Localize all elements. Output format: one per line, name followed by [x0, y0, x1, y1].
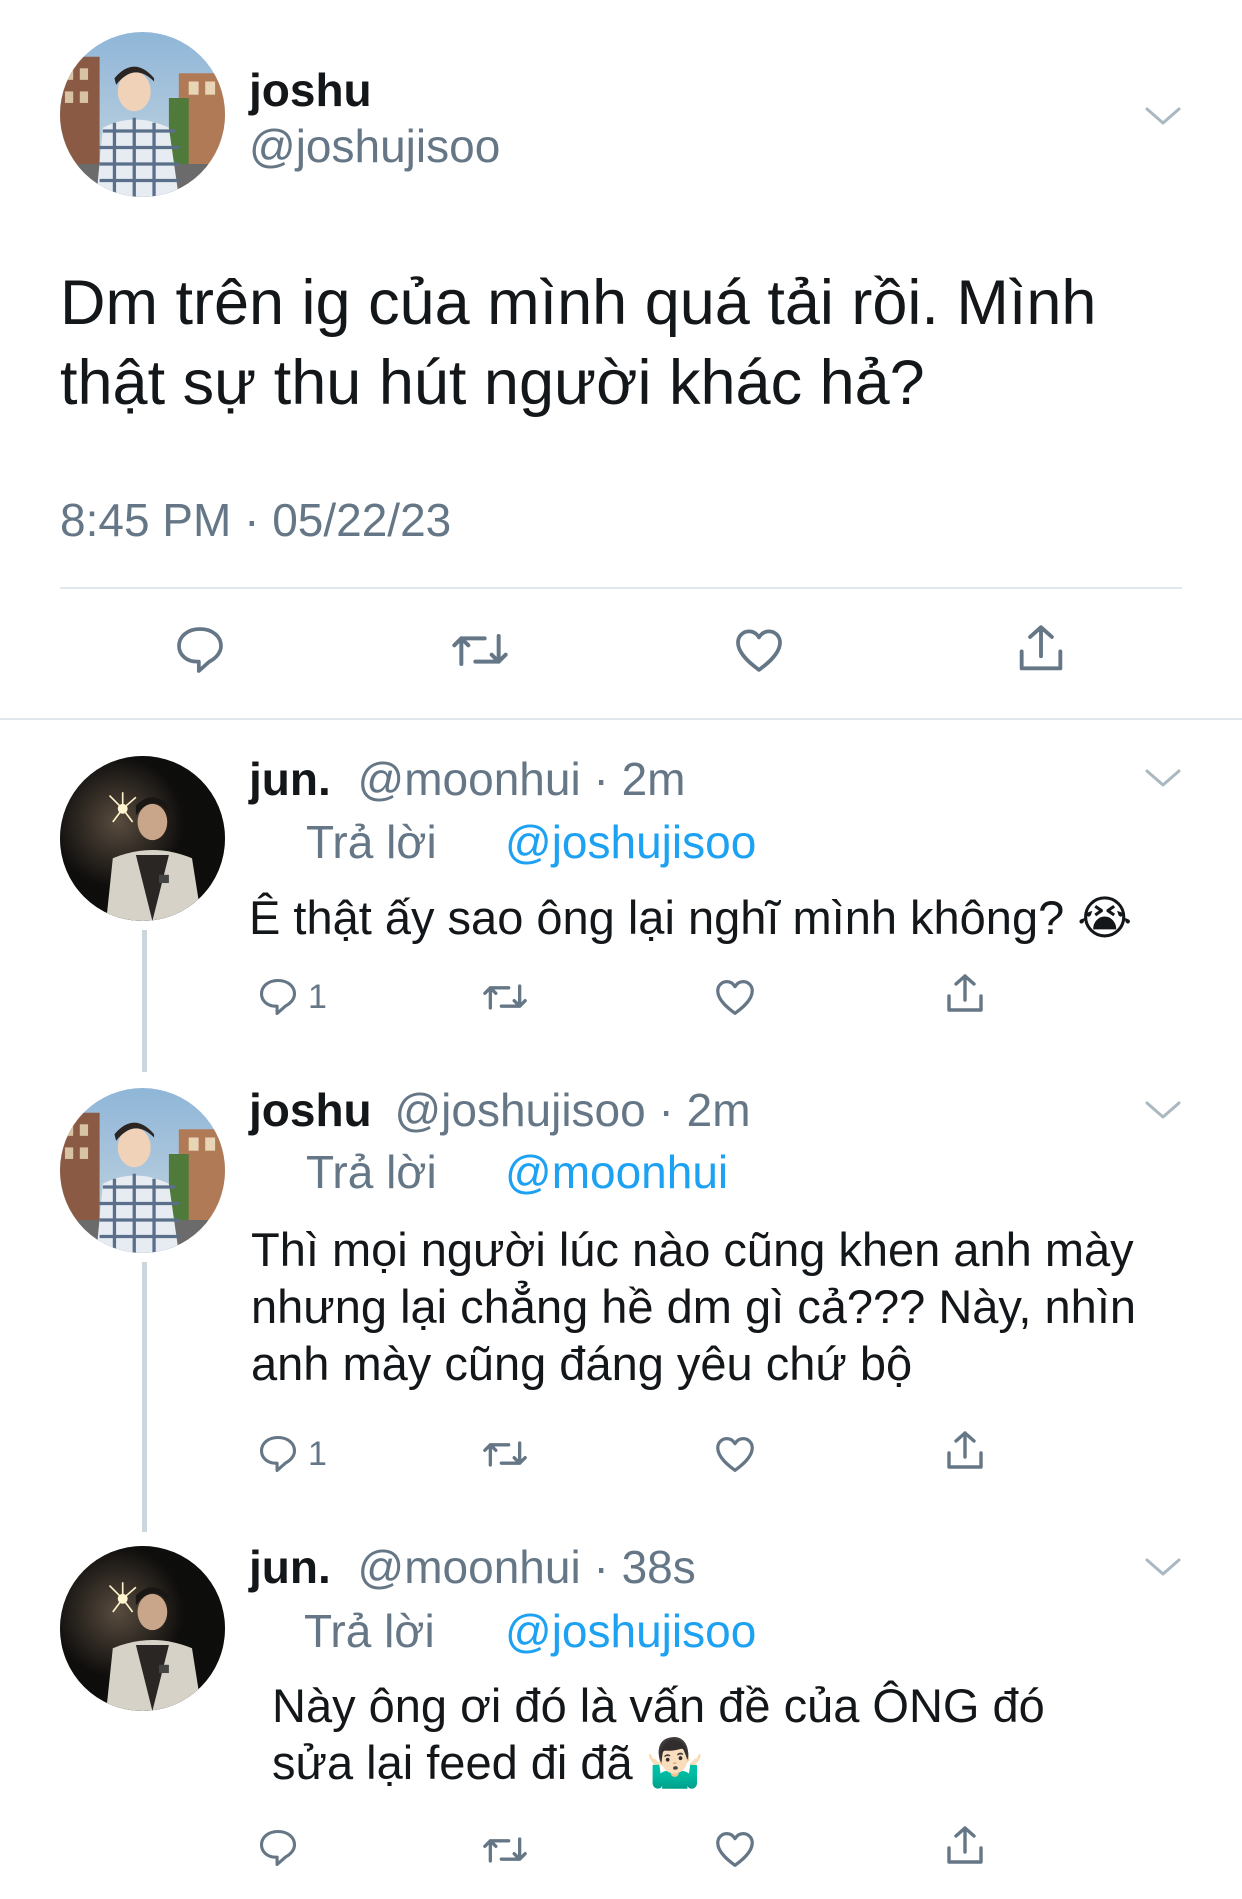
reply-button[interactable]: 1 [256, 1432, 327, 1476]
share-button[interactable] [1012, 620, 1070, 678]
thread-line [142, 930, 147, 1072]
reply-label: Trả lời [304, 1605, 435, 1657]
replying-to: Trả lời @joshujisoo [304, 1603, 1204, 1659]
chevron-down-icon[interactable] [1143, 1098, 1183, 1122]
reply-text: Thì mọi người lúc nào cũng khen anh mày … [251, 1223, 1137, 1390]
avatar-jun[interactable] [60, 756, 225, 921]
reply-author-handle[interactable]: @moonhui [358, 753, 581, 805]
reply-count: 1 [308, 1435, 327, 1473]
reply-button[interactable]: 1 [256, 975, 327, 1019]
reply-to-link[interactable]: @joshujisoo [505, 1603, 756, 1659]
reply-author-name[interactable]: joshu [249, 1084, 372, 1136]
replying-to: Trả lời @moonhui [306, 1144, 1206, 1200]
share-button[interactable] [941, 1822, 989, 1870]
reply-label: Trả lời [306, 816, 437, 868]
retweet-icon [483, 1441, 527, 1467]
main-tweet-timestamp: 8:45 PM · 05/22/23 [60, 494, 452, 546]
reply-header: joshu @joshujisoo · 2m [249, 1082, 751, 1138]
reply-time: 38s [621, 1541, 696, 1593]
share-button[interactable] [941, 970, 989, 1018]
chevron-down-icon[interactable] [1143, 1555, 1183, 1579]
like-icon [716, 1832, 754, 1867]
retweet-button[interactable] [480, 1432, 530, 1476]
like-button[interactable] [711, 1431, 759, 1477]
separator-dot: · [580, 753, 622, 805]
reply-icon [259, 1435, 297, 1473]
main-tweet-text: Dm trên ig của mình quá tải rồi. Mình th… [60, 268, 1097, 418]
reply-count: 1 [308, 978, 327, 1016]
retweet-icon [483, 984, 527, 1010]
retweet-button[interactable] [449, 622, 511, 678]
reply-icon [259, 978, 297, 1016]
retweet-button[interactable] [480, 1828, 530, 1872]
main-author-name[interactable]: joshu [249, 62, 372, 118]
reply-time: 2m [621, 753, 686, 805]
reply-button[interactable] [172, 622, 228, 678]
retweet-icon [452, 634, 508, 666]
reply-time: 2m [686, 1084, 751, 1136]
like-button[interactable] [711, 1826, 759, 1872]
like-icon [716, 980, 754, 1015]
share-icon [947, 974, 983, 1012]
reply-author-name[interactable]: jun. [249, 1541, 331, 1593]
share-button[interactable] [941, 1427, 989, 1475]
share-icon [1019, 625, 1063, 671]
thread-line [142, 1262, 147, 1532]
main-author-handle[interactable]: @joshujisoo [249, 118, 500, 174]
like-icon [736, 629, 782, 672]
avatar-joshu[interactable] [60, 1088, 225, 1253]
separator-dot: · [580, 1541, 622, 1593]
reply-to-link[interactable]: @joshujisoo [505, 814, 756, 870]
like-icon [716, 1437, 754, 1472]
reply-text: Này ông ơi đó là vấn đề của ÔNG đó sửa l… [272, 1679, 1045, 1789]
chevron-down-icon[interactable] [1143, 104, 1183, 128]
reply-header: jun. @moonhui · 38s [249, 1539, 696, 1595]
replying-to: Trả lời @joshujisoo [306, 814, 1206, 870]
retweet-button[interactable] [480, 975, 530, 1019]
separator-dot: · [645, 1084, 687, 1136]
share-icon [947, 1431, 983, 1469]
reply-header: jun. @moonhui · 2m [249, 751, 686, 807]
chevron-down-icon[interactable] [1143, 766, 1183, 790]
like-button[interactable] [730, 622, 788, 678]
retweet-icon [483, 1837, 527, 1863]
reply-label: Trả lời [306, 1146, 437, 1198]
reply-icon [177, 627, 223, 673]
reply-author-handle[interactable]: @moonhui [358, 1541, 581, 1593]
divider [60, 587, 1182, 589]
divider [0, 718, 1242, 720]
reply-text: Ê thật ấy sao ông lại nghĩ mình không? 😭 [249, 891, 1133, 944]
reply-author-handle[interactable]: @joshujisoo [394, 1084, 645, 1136]
avatar-joshu[interactable] [60, 32, 225, 197]
like-button[interactable] [711, 974, 759, 1020]
reply-author-name[interactable]: jun. [249, 753, 331, 805]
share-icon [947, 1826, 983, 1864]
reply-icon [259, 1829, 297, 1867]
reply-button[interactable] [256, 1826, 300, 1870]
reply-to-link[interactable]: @moonhui [505, 1144, 728, 1200]
avatar-jun[interactable] [60, 1546, 225, 1711]
